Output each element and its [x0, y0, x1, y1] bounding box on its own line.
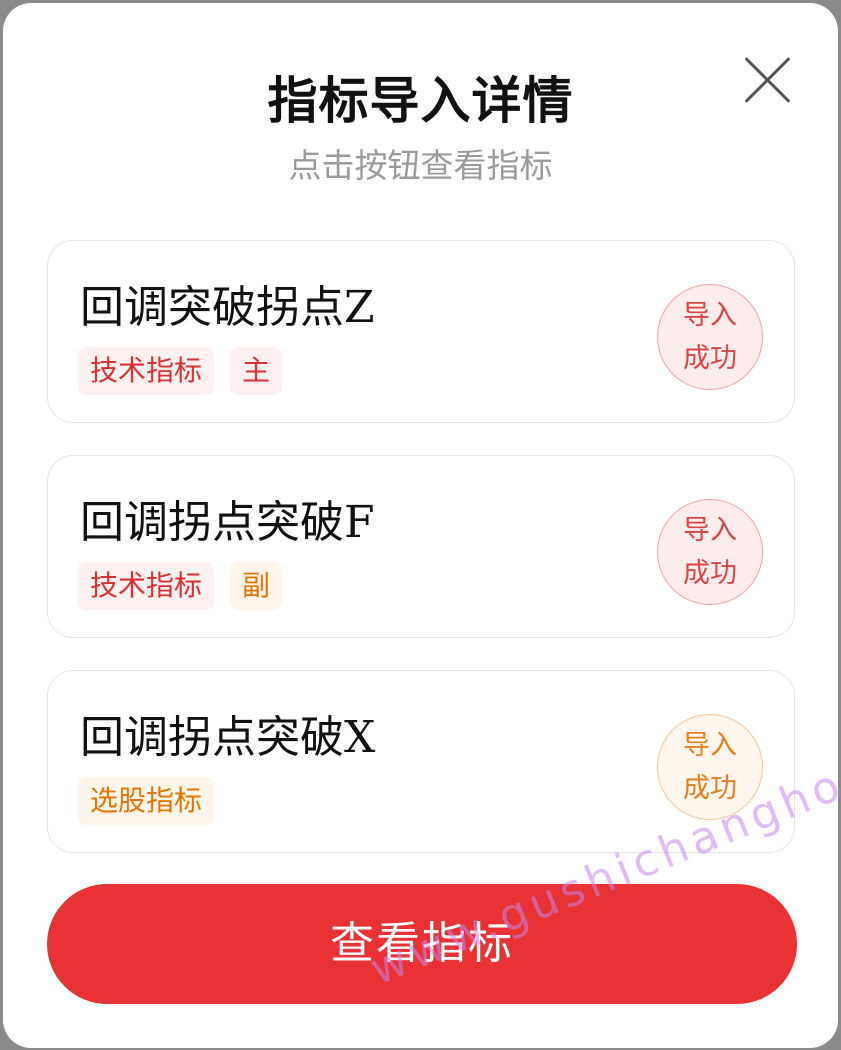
- indicator-tags: 技术指标 主: [78, 347, 283, 395]
- indicator-card: 回调拐点突破X 选股指标 导入 成功: [47, 670, 795, 853]
- view-indicators-button[interactable]: 查看指标: [47, 884, 797, 1004]
- tag-chart: 主: [230, 347, 283, 395]
- import-success-badge: 导入 成功: [657, 714, 763, 820]
- tag-chart: 副: [230, 562, 283, 610]
- import-success-badge: 导入 成功: [657, 499, 763, 605]
- indicator-name: 回调拐点突破X: [80, 712, 376, 763]
- badge-line-2: 成功: [683, 558, 737, 589]
- close-icon[interactable]: [742, 55, 792, 105]
- tag-type: 技术指标: [78, 562, 215, 610]
- badge-line-1: 导入: [683, 730, 737, 761]
- indicator-import-dialog: 指标导入详情 点击按钮查看指标 回调突破拐点Z 技术指标 主 导入 成功 回调拐…: [3, 3, 838, 1048]
- indicator-name: 回调突破拐点Z: [80, 282, 375, 333]
- indicator-card: 回调突破拐点Z 技术指标 主 导入 成功: [47, 240, 795, 423]
- badge-line-1: 导入: [683, 300, 737, 331]
- indicator-tags: 技术指标 副: [78, 562, 283, 610]
- dialog-title: 指标导入详情: [267, 72, 574, 130]
- badge-line-2: 成功: [683, 343, 737, 374]
- indicator-name: 回调拐点突破F: [80, 497, 375, 548]
- dialog-subtitle: 点击按钮查看指标: [288, 146, 553, 185]
- tag-type: 技术指标: [78, 347, 215, 395]
- indicator-tags: 选股指标: [78, 777, 215, 825]
- tag-type: 选股指标: [78, 777, 215, 825]
- import-success-badge: 导入 成功: [657, 284, 763, 390]
- indicator-card: 回调拐点突破F 技术指标 副 导入 成功: [47, 455, 795, 638]
- badge-line-2: 成功: [683, 773, 737, 804]
- badge-line-1: 导入: [683, 515, 737, 546]
